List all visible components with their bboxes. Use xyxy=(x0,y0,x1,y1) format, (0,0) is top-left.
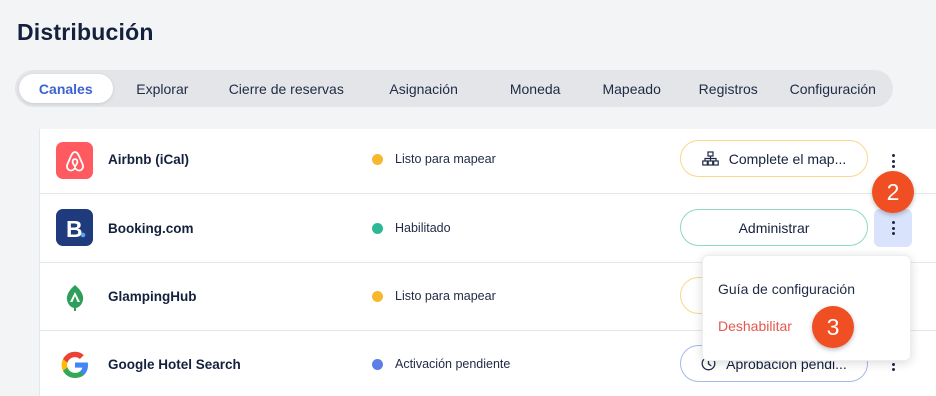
status-label: Listo para mapear xyxy=(395,152,496,166)
step-badge-2: 2 xyxy=(872,171,914,213)
more-options-button[interactable] xyxy=(874,209,912,247)
channel-name: Google Hotel Search xyxy=(108,357,241,372)
tab-registros[interactable]: Registros xyxy=(680,74,777,103)
tab-mapeado[interactable]: Mapeado xyxy=(583,74,680,103)
step-badge-3: 3 xyxy=(812,306,854,348)
status-dot xyxy=(372,222,383,234)
kebab-icon xyxy=(891,154,895,168)
status-dot xyxy=(372,153,383,165)
status-label: Listo para mapear xyxy=(395,289,496,303)
channel-row-airbnb: Airbnb (iCal) Listo para mapear Complete… xyxy=(40,129,936,194)
status-dot xyxy=(372,290,383,302)
status-dot xyxy=(372,358,383,370)
channel-status: Listo para mapear xyxy=(372,289,496,303)
action-label: Administrar xyxy=(738,219,810,236)
tab-moneda[interactable]: Moneda xyxy=(487,74,584,103)
menu-item-disable[interactable]: Deshabilitar xyxy=(718,318,792,334)
sitemap-icon xyxy=(701,151,719,166)
tab-explorar[interactable]: Explorar xyxy=(113,74,213,103)
channel-status: Habilitado xyxy=(372,221,451,235)
action-label: Complete el map... xyxy=(728,150,847,167)
booking-logo: B xyxy=(56,209,93,246)
tab-cierre-de-reservas[interactable]: Cierre de reservas xyxy=(212,74,360,103)
svg-text:B: B xyxy=(66,216,83,242)
menu-item-setup-guide[interactable]: Guía de configuración xyxy=(718,281,855,297)
airbnb-logo xyxy=(56,142,93,179)
glampinghub-logo xyxy=(56,278,93,315)
tab-configuracion[interactable]: Configuración xyxy=(777,74,889,103)
complete-mapping-button[interactable]: Complete el map... xyxy=(680,140,868,177)
page-title: Distribución xyxy=(17,19,154,45)
status-label: Activación pendiente xyxy=(395,357,511,371)
tab-canales[interactable]: Canales xyxy=(19,74,113,103)
tab-bar: Canales Explorar Cierre de reservas Asig… xyxy=(15,70,893,107)
manage-button[interactable]: Administrar xyxy=(680,209,868,246)
kebab-icon xyxy=(891,221,895,235)
channel-status: Activación pendiente xyxy=(372,357,510,371)
channel-name: GlampingHub xyxy=(108,289,197,304)
channel-name: Booking.com xyxy=(108,221,194,236)
google-logo xyxy=(56,346,93,383)
channel-row-booking: B Booking.com Habilitado Administrar xyxy=(40,194,936,263)
channel-name: Airbnb (iCal) xyxy=(108,152,189,167)
channel-status: Listo para mapear xyxy=(372,152,496,166)
status-label: Habilitado xyxy=(395,221,451,235)
tab-asignacion[interactable]: Asignación xyxy=(360,74,486,103)
channel-context-menu: Guía de configuración Deshabilitar xyxy=(702,255,911,361)
